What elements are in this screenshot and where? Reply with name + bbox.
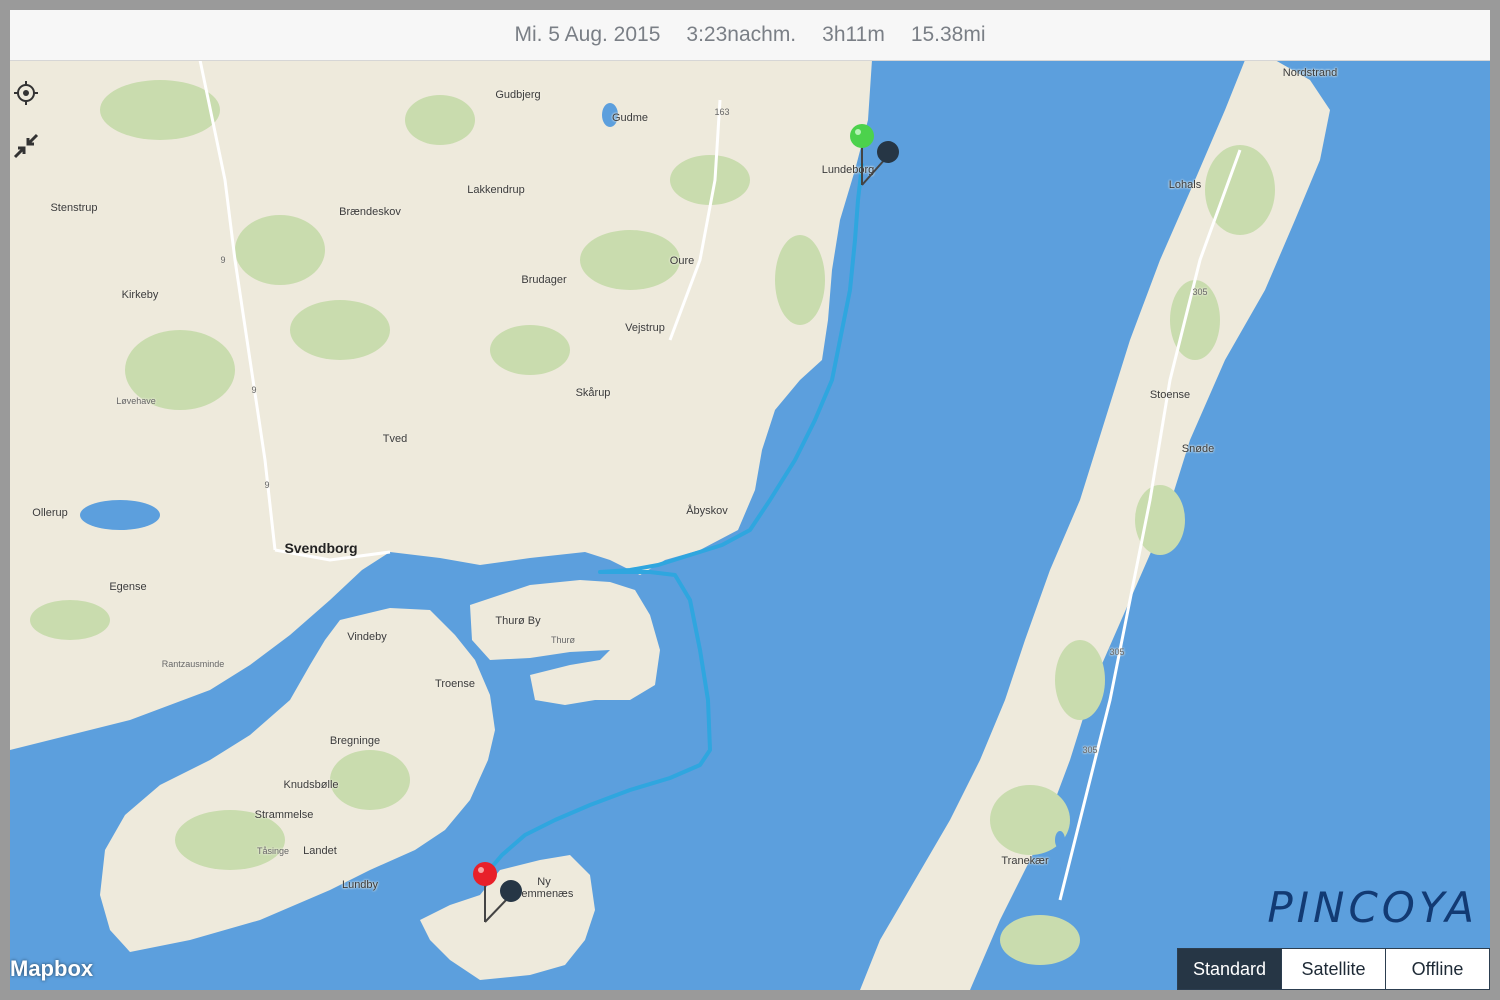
place-label: Lakkendrup bbox=[467, 184, 525, 196]
watermark: PINCOYA bbox=[1267, 883, 1478, 932]
map-type-standard[interactable]: Standard bbox=[1178, 949, 1281, 989]
place-label: Tved bbox=[382, 433, 408, 445]
road-number: 305 bbox=[1192, 287, 1208, 297]
place-label: Thurø By bbox=[495, 615, 541, 627]
place-label: Ollerup bbox=[32, 507, 68, 519]
map-type-satellite[interactable]: Satellite bbox=[1281, 949, 1385, 989]
map-view[interactable]: Gudbjerg Gudme Lundeborg Lakkendrup Sten… bbox=[10, 60, 1490, 990]
place-label: Oure bbox=[669, 255, 695, 267]
place-label: Lundby bbox=[341, 879, 379, 891]
place-label: Troense bbox=[435, 678, 475, 690]
road-number: 9 bbox=[264, 480, 270, 490]
place-label: Ny Vemmenæs bbox=[514, 876, 574, 900]
map-type-offline[interactable]: Offline bbox=[1385, 949, 1489, 989]
place-label: Thurø bbox=[550, 635, 576, 645]
place-label: Stenstrup bbox=[50, 202, 98, 214]
mapbox-attribution[interactable]: Mapbox bbox=[10, 956, 93, 982]
trip-duration: 3h11m bbox=[822, 23, 885, 46]
place-label: Nordstrand bbox=[1282, 67, 1338, 79]
place-label-city: Svendborg bbox=[284, 540, 358, 556]
place-label: Landet bbox=[303, 845, 337, 857]
place-label: Bregninge bbox=[329, 735, 381, 747]
place-label: Strammelse bbox=[254, 809, 314, 821]
map-type-selector: Standard Satellite Offline bbox=[1177, 948, 1490, 990]
place-label: Gudbjerg bbox=[495, 89, 541, 101]
place-label: Vindeby bbox=[347, 631, 387, 643]
place-label: Løvehave bbox=[116, 396, 156, 406]
road-number: 163 bbox=[714, 107, 730, 117]
place-label: Lundeborg bbox=[821, 164, 875, 176]
place-label: Skårup bbox=[575, 387, 611, 399]
place-label: Stoense bbox=[1149, 389, 1191, 401]
locate-button[interactable] bbox=[13, 80, 43, 110]
place-label: Egense bbox=[109, 581, 147, 593]
map-window: Mi. 5 Aug. 2015 3:23nachm. 3h11m 15.38mi bbox=[10, 10, 1490, 990]
collapse-map-button[interactable] bbox=[13, 133, 43, 163]
place-label: Rantzausminde bbox=[161, 659, 225, 669]
place-label: Brudager bbox=[521, 274, 567, 286]
map-canvas bbox=[10, 60, 1490, 990]
place-label: Lohals bbox=[1168, 179, 1202, 191]
place-label: Brændeskov bbox=[339, 206, 401, 218]
road-number: 305 bbox=[1082, 745, 1098, 755]
place-label: Vejstrup bbox=[625, 322, 665, 334]
trip-date: Mi. 5 Aug. 2015 bbox=[514, 23, 661, 46]
place-label: Tåsinge bbox=[256, 846, 290, 856]
crosshair-icon bbox=[14, 81, 38, 105]
trip-summary-bar: Mi. 5 Aug. 2015 3:23nachm. 3h11m 15.38mi bbox=[10, 10, 1490, 61]
place-label: Snøde bbox=[1181, 443, 1215, 455]
road-number: 9 bbox=[251, 385, 257, 395]
place-label: Tranekær bbox=[1001, 855, 1049, 867]
place-label: Gudme bbox=[611, 112, 649, 124]
place-label: Åbyskov bbox=[686, 505, 728, 517]
road-number: 9 bbox=[220, 255, 226, 265]
collapse-arrows-icon bbox=[13, 133, 39, 159]
place-label: Knudsbølle bbox=[283, 779, 339, 791]
trip-time: 3:23nachm. bbox=[686, 23, 797, 46]
place-label: Kirkeby bbox=[121, 289, 159, 301]
road-number: 305 bbox=[1109, 647, 1125, 657]
trip-distance: 15.38mi bbox=[910, 23, 986, 46]
